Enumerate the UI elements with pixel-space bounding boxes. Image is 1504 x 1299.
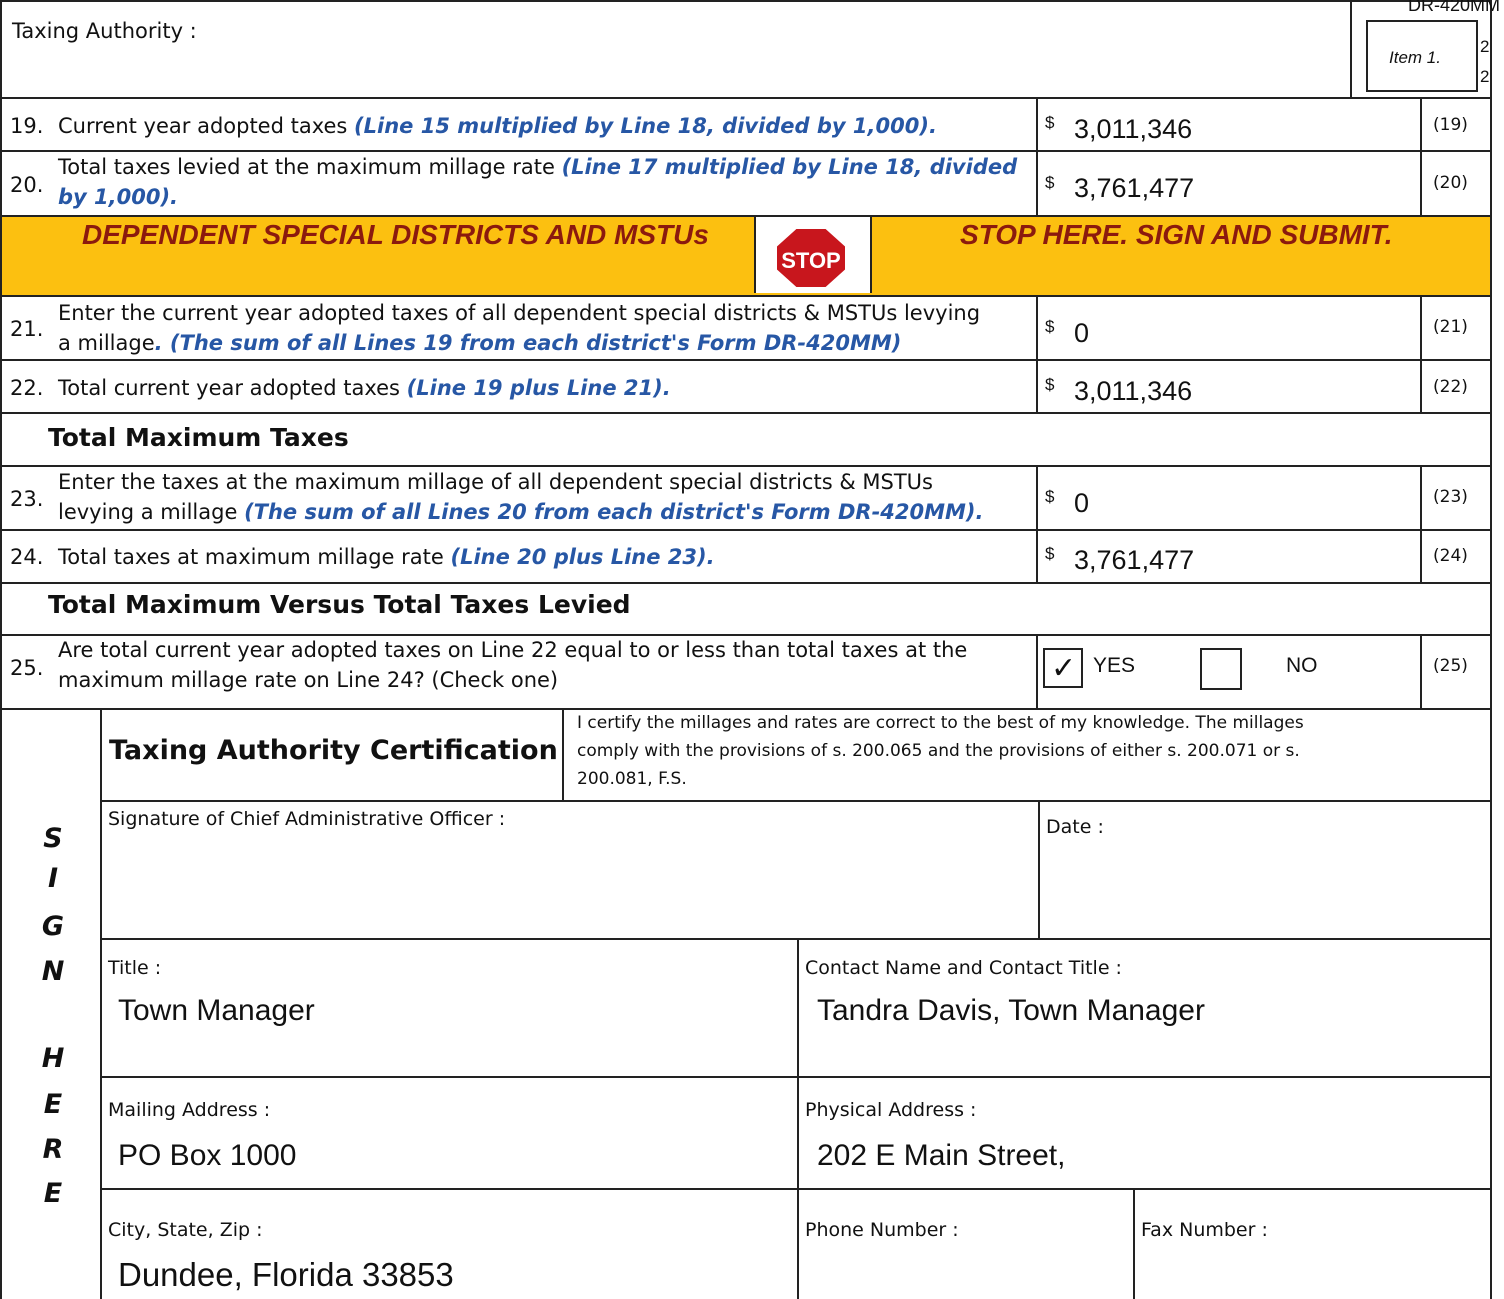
contact-value[interactable]: Tandra Davis, Town Manager	[817, 996, 1205, 1026]
signature-field[interactable]	[104, 836, 1034, 934]
line-23-text: Enter the taxes at the maximum millage o…	[58, 470, 933, 494]
mailing-address-value[interactable]: PO Box 1000	[118, 1141, 296, 1171]
line-20-text: Total taxes levied at the maximum millag…	[58, 155, 1018, 179]
city-state-zip-value[interactable]: Dundee, Florida 33853	[118, 1257, 454, 1293]
line-22-ref: (22)	[1433, 377, 1468, 397]
sign-here-letter: E	[43, 1178, 63, 1209]
sign-here-letter: N	[41, 956, 65, 987]
physical-address-value[interactable]: 202 E Main Street,	[817, 1141, 1065, 1171]
line-22-text: Total current year adopted taxes (Line 1…	[58, 376, 671, 400]
banner-left-text: DEPENDENT SPECIAL DISTRICTS AND MSTUs	[82, 219, 709, 250]
sign-here-letter: G	[41, 911, 65, 942]
line-21-dollar: $	[1045, 317, 1055, 336]
line-24-dollar: $	[1045, 544, 1055, 563]
banner-right-text: STOP HERE. SIGN AND SUBMIT.	[960, 219, 1393, 250]
date-label: Date :	[1046, 816, 1104, 838]
line-23-ref: (23)	[1433, 487, 1468, 507]
form-id: DR-420MM	[1408, 0, 1501, 15]
line-25-ref: (25)	[1433, 656, 1468, 676]
page-digit-top: 2	[1480, 37, 1490, 56]
line-24-ref: (24)	[1433, 546, 1468, 566]
line-19-value[interactable]: 3,011,346	[1074, 116, 1192, 143]
stop-sign-text: STOP	[781, 248, 841, 273]
certification-text-line-3: 200.081, F.S.	[577, 769, 687, 789]
fax-number-field[interactable]	[1137, 1250, 1486, 1296]
signature-label: Signature of Chief Administrative Office…	[108, 808, 506, 830]
title-label: Title :	[108, 957, 162, 979]
item-label: Item 1.	[1389, 48, 1441, 67]
line-25-text: Are total current year adopted taxes on …	[58, 638, 968, 662]
line-22-value[interactable]: 3,011,346	[1074, 378, 1192, 405]
yes-label: YES	[1093, 654, 1136, 677]
line-19-text: Current year adopted taxes (Line 15 mult…	[58, 114, 937, 138]
line-24-value[interactable]: 3,761,477	[1074, 547, 1194, 574]
phone-number-field[interactable]	[801, 1250, 1129, 1296]
fax-number-label: Fax Number :	[1141, 1219, 1268, 1241]
line-23-number: 23.	[10, 487, 44, 511]
line-21-text: Enter the current year adopted taxes of …	[58, 301, 981, 325]
page-digit-bottom: 2	[1480, 67, 1490, 86]
line-24-number: 24.	[10, 545, 44, 569]
contact-label: Contact Name and Contact Title :	[805, 957, 1122, 979]
line-21-value[interactable]: 0	[1074, 320, 1089, 347]
date-field[interactable]	[1042, 846, 1486, 934]
taxing-authority-label: Taxing Authority :	[12, 19, 197, 43]
line-21-ref: (21)	[1433, 317, 1468, 337]
line-25-text-cont: maximum millage rate on Line 24? (Check …	[58, 668, 559, 692]
section-total-max-vs-levied: Total Maximum Versus Total Taxes Levied	[48, 590, 631, 619]
yes-checkbox[interactable]: ✓	[1043, 648, 1083, 688]
certification-text-line-1: I certify the millages and rates are cor…	[577, 713, 1304, 733]
line-20-ref: (20)	[1433, 173, 1468, 193]
stop-sign-icon: STOP	[775, 227, 847, 289]
checkmark-icon: ✓	[1051, 651, 1077, 686]
title-value[interactable]: Town Manager	[118, 996, 315, 1026]
sign-here-letter: H	[41, 1043, 65, 1074]
certification-title: Taxing Authority Certification	[109, 735, 558, 766]
sign-here-letter: E	[43, 1089, 63, 1120]
section-total-maximum-taxes: Total Maximum Taxes	[48, 423, 349, 452]
line-20-note-cont: by 1,000).	[58, 185, 179, 209]
line-20-dollar: $	[1045, 173, 1055, 192]
no-label: NO	[1286, 654, 1318, 677]
phone-number-label: Phone Number :	[805, 1219, 959, 1241]
sign-here-letter: R	[42, 1134, 64, 1165]
line-23-value[interactable]: 0	[1074, 490, 1089, 517]
sign-here-letter: I	[47, 863, 59, 894]
mailing-address-label: Mailing Address :	[108, 1099, 271, 1121]
line-25-number: 25.	[10, 656, 44, 680]
line-24-text: Total taxes at maximum millage rate (Lin…	[58, 545, 715, 569]
physical-address-label: Physical Address :	[805, 1099, 977, 1121]
line-21-text-cont: a millage. (The sum of all Lines 19 from…	[58, 331, 902, 355]
no-checkbox[interactable]	[1200, 648, 1242, 690]
line-22-number: 22.	[10, 376, 44, 400]
line-19-ref: (19)	[1433, 115, 1468, 135]
line-20-value[interactable]: 3,761,477	[1074, 175, 1194, 202]
city-state-zip-label: City, State, Zip :	[108, 1219, 263, 1241]
line-23-text-cont: levying a millage (The sum of all Lines …	[58, 500, 984, 524]
certification-text-line-2: comply with the provisions of s. 200.065…	[577, 741, 1300, 761]
sign-here-letter: S	[43, 823, 63, 854]
line-23-dollar: $	[1045, 487, 1055, 506]
line-19-number: 19.	[10, 114, 44, 138]
line-19-dollar: $	[1045, 113, 1055, 132]
line-21-number: 21.	[10, 317, 44, 341]
line-22-dollar: $	[1045, 375, 1055, 394]
line-20-number: 20.	[10, 173, 44, 197]
